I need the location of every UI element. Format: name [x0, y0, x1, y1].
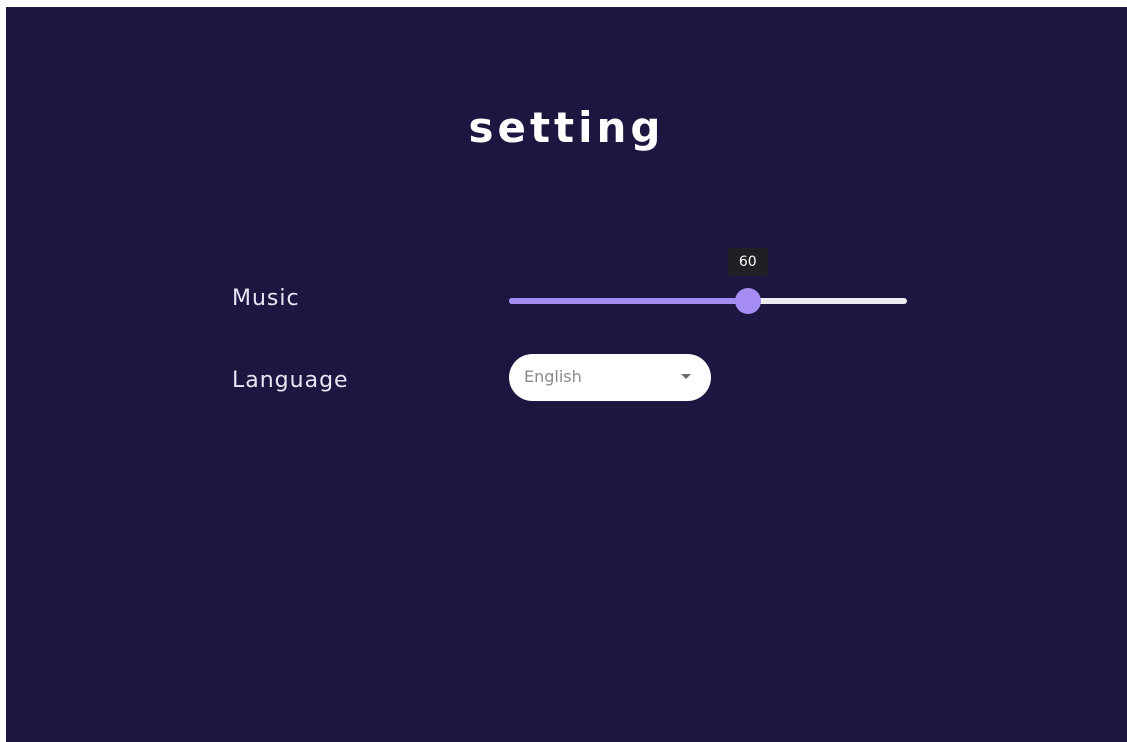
slider-value-label: 60 — [727, 248, 768, 276]
music-slider[interactable]: 60 — [509, 248, 907, 315]
page-title: setting — [468, 103, 665, 152]
language-label: Language — [232, 368, 349, 393]
language-select-value: English — [524, 367, 582, 386]
settings-panel: setting Music 60 Language English — [6, 7, 1127, 742]
slider-thumb[interactable] — [734, 288, 761, 314]
caret-down-icon — [681, 374, 691, 379]
slider-track — [509, 298, 748, 304]
language-select[interactable]: English — [509, 354, 711, 401]
music-label: Music — [232, 286, 300, 311]
